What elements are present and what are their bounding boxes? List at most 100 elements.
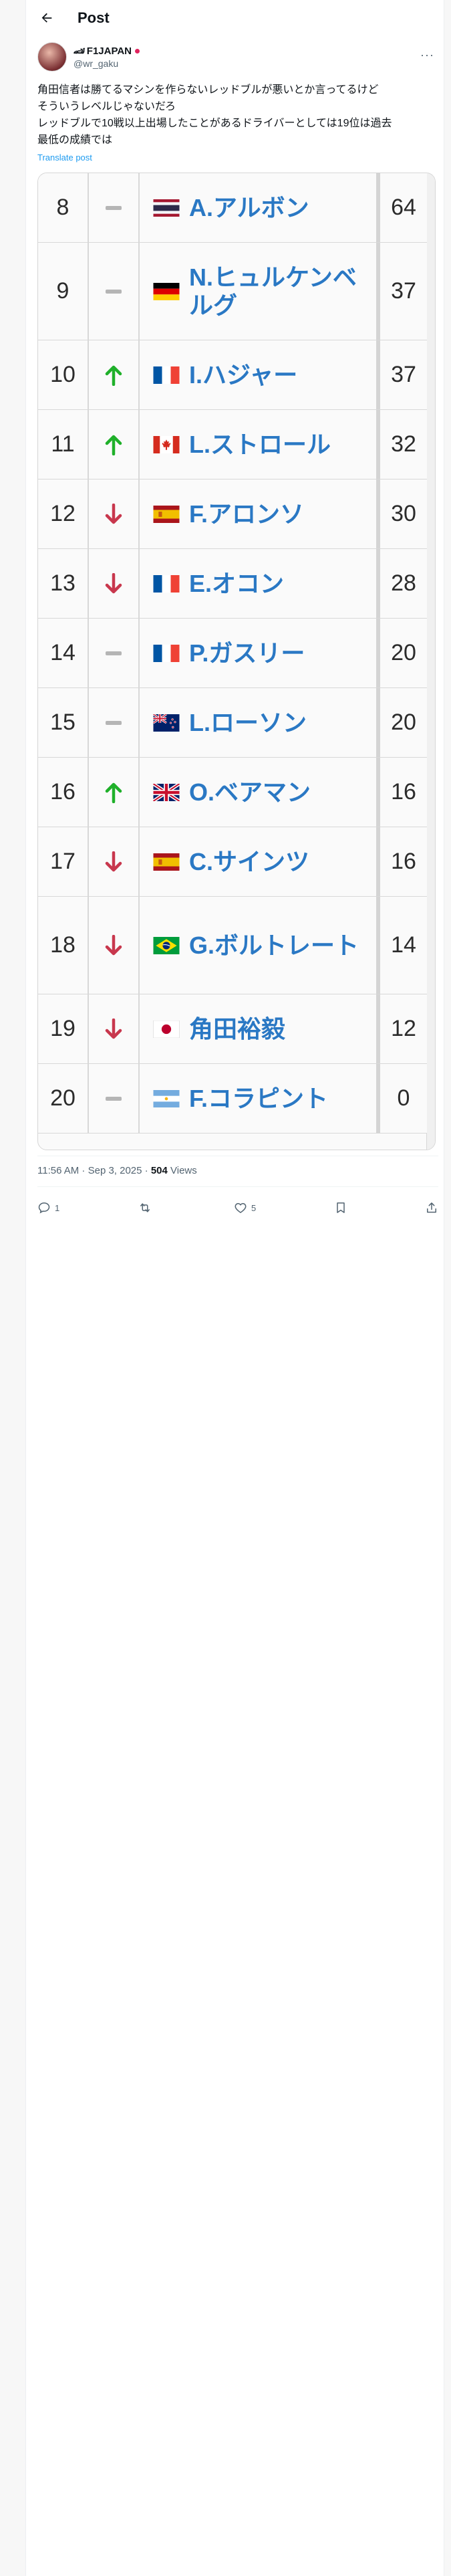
driver-cell: F.アロンソ <box>140 479 380 548</box>
post-timestamp: 11:56 AM · Sep 3, 2025 · 504 Views <box>37 1165 197 1176</box>
driver-name: I.ハジャー <box>189 360 298 389</box>
trend-cell <box>89 994 140 1063</box>
right-gutter <box>444 0 451 2576</box>
points-cell: 0 <box>397 1085 410 1111</box>
position-cell: 12 <box>38 479 89 548</box>
driver-cell: 角田裕毅 <box>140 994 380 1063</box>
canada-flag-icon <box>153 435 180 453</box>
standings-row: 10 I.ハジャー 37 <box>38 340 427 410</box>
standings-image[interactable]: 8 A.アルボン 64 9 N.ヒュルケンベルグ 37 10 I.ハジャー 37 11 L.ストロー… <box>37 173 436 1150</box>
position-cell: 11 <box>38 410 89 479</box>
driver-cell: N.ヒュルケンベルグ <box>140 243 380 340</box>
trend-cell <box>89 827 140 896</box>
author-row: 🏎 F1JAPAN @wr_gaku ··· <box>37 41 438 72</box>
driver-cell: G.ボルトレート <box>140 897 380 994</box>
share-icon <box>426 1202 436 1213</box>
points-cell: 37 <box>391 362 416 387</box>
standings-row: 13 E.オコン 28 <box>38 549 427 619</box>
standings-row: 8 A.アルボン 64 <box>38 173 427 243</box>
standings-row: 17 C.サインツ 16 <box>38 827 427 897</box>
new-zealand-flag-icon <box>153 714 180 732</box>
view-count: 504 <box>150 1165 168 1176</box>
trend-cell <box>89 758 140 827</box>
trend-up-arrow-icon <box>105 365 122 386</box>
trend-up-arrow-icon <box>105 782 122 803</box>
spain-flag-icon <box>153 505 180 523</box>
standings-row: 19 角田裕毅 12 <box>38 994 427 1064</box>
standings-row: 18 G.ボルトレート 14 <box>38 897 427 994</box>
points-cell: 37 <box>391 278 416 304</box>
post-text: 角田信者は勝てるマシンを作らないレッドブルが悪いとか言ってるけど そういうレベル… <box>37 82 438 148</box>
trend-unchanged-icon <box>106 720 122 725</box>
driver-cell: C.サインツ <box>140 827 380 896</box>
standings-row: 20 F.コラピント 0 <box>38 1064 427 1134</box>
points-cell: 12 <box>391 1016 416 1041</box>
position-cell: 15 <box>38 688 89 757</box>
france-flag-icon <box>153 574 180 593</box>
japan-flag-icon <box>153 1020 180 1038</box>
post-text-line: 角田信者は勝てるマシンを作らないレッドブルが悪いとか言ってるけど <box>37 84 379 96</box>
page-title: Post <box>78 9 110 26</box>
trend-cell <box>89 479 140 548</box>
trend-cell <box>89 1064 140 1133</box>
spain-flag-icon <box>153 853 180 871</box>
driver-name: A.アルボン <box>189 193 309 221</box>
france-flag-icon <box>153 644 180 662</box>
translate-post-link[interactable]: Translate post <box>37 152 438 163</box>
position-cell: 13 <box>38 549 89 618</box>
share-button[interactable] <box>425 1201 438 1214</box>
driver-cell: P.ガスリー <box>140 619 380 687</box>
trend-unchanged-icon <box>106 651 122 655</box>
points-cell: 20 <box>391 710 416 735</box>
top-bar: Post <box>25 0 444 36</box>
reply-icon <box>38 1202 50 1214</box>
points-cell: 64 <box>391 195 416 220</box>
standings-row: 15 L.ローソン 20 <box>38 688 427 758</box>
driver-name: O.ベアマン <box>189 778 311 806</box>
driver-cell: A.アルボン <box>140 173 380 242</box>
trend-cell <box>89 243 140 340</box>
avatar[interactable] <box>37 42 67 72</box>
trend-down-arrow-icon <box>105 851 122 871</box>
points-cell: 28 <box>391 570 416 596</box>
arrow-left-icon <box>41 13 52 23</box>
post-text-line: 最低の成績では <box>37 134 113 146</box>
trend-cell <box>89 619 140 687</box>
trend-down-arrow-icon <box>105 1018 122 1039</box>
driver-cell: F.コラピント <box>140 1064 380 1133</box>
table-edge <box>426 173 435 1150</box>
reply-button[interactable]: 1 <box>37 1201 59 1214</box>
repost-icon <box>140 1203 150 1212</box>
author-handle[interactable]: @wr_gaku <box>73 58 140 69</box>
standings-row: 16 O.ベアマン 16 <box>38 758 427 827</box>
argentina-flag-icon <box>153 1089 180 1107</box>
driver-cell: L.ストロール <box>140 410 380 479</box>
trend-down-arrow-icon <box>105 572 122 593</box>
driver-name: 角田裕毅 <box>189 1014 286 1043</box>
reply-count: 1 <box>55 1202 60 1213</box>
position-cell: 8 <box>38 173 89 242</box>
author-meta: 🏎 F1JAPAN @wr_gaku <box>73 45 140 69</box>
brazil-flag-icon <box>153 936 180 954</box>
divider <box>37 1186 438 1187</box>
author-name-line[interactable]: 🏎 F1JAPAN <box>73 45 140 57</box>
position-cell: 19 <box>38 994 89 1063</box>
standings-row: 12 F.アロンソ 30 <box>38 479 427 549</box>
post-time[interactable]: 11:56 AM · Sep 3, 2025 · <box>37 1165 151 1176</box>
post-text-line: そういうレベルじゃないだろ <box>37 101 176 112</box>
position-cell: 9 <box>38 243 89 340</box>
post: 🏎 F1JAPAN @wr_gaku ··· 角田信者は勝てるマシンを作らないレ… <box>37 41 438 163</box>
author-name[interactable]: F1JAPAN <box>87 45 132 57</box>
points-cell: 32 <box>391 431 416 457</box>
back-button[interactable] <box>35 6 59 30</box>
more-icon[interactable]: ··· <box>420 48 434 62</box>
trend-unchanged-icon <box>106 1096 122 1101</box>
standings-row: 14 P.ガスリー 20 <box>38 619 427 688</box>
bookmark-icon <box>336 1202 345 1213</box>
like-button[interactable]: 5 <box>234 1201 256 1214</box>
position-cell: 14 <box>38 619 89 687</box>
repost-button[interactable] <box>138 1201 156 1214</box>
driver-name: G.ボルトレート <box>189 931 359 959</box>
bookmark-button[interactable] <box>334 1201 347 1214</box>
left-gutter <box>0 0 26 2576</box>
